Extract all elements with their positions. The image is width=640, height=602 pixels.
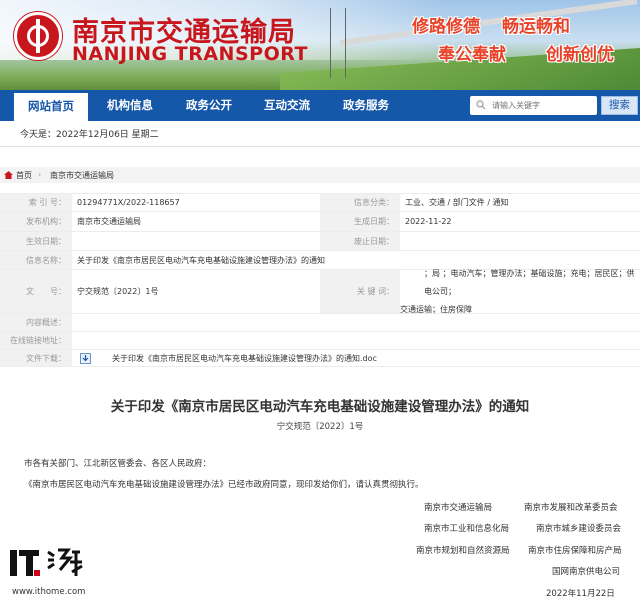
slogan-2: 畅运畅和 [502, 17, 570, 37]
download-icon[interactable] [80, 353, 91, 364]
keywords-line-1: ；局 ；电动汽车；管理办法；基础设施；充电；居民区；供电公司； [424, 268, 635, 296]
info-table: 索 引 号： 01294771X/2022-118657 信息分类： 工业、交通… [0, 193, 640, 367]
publisher-value: 南京市交通运输局 [77, 217, 141, 226]
nav-home[interactable]: 网站首页 [14, 90, 88, 121]
signer-housing: 南京市住房保障和房产局 [528, 546, 622, 556]
watermark-url: www.ithome.com [12, 587, 86, 597]
info-row-effective: 生效日期： 废止日期： [0, 231, 640, 250]
slogan-4: 创新创优 [546, 45, 614, 65]
signer-power-supply: 国网南京供电公司 [552, 567, 621, 577]
banner-power-tower [330, 8, 346, 78]
download-label: 文件下载： [0, 350, 72, 366]
divider [0, 146, 640, 147]
signer-industry: 南京市工业和信息化局 [424, 524, 510, 534]
article-body: 《南京市居民区电动汽车充电基础设施建设管理办法》已经市政府同意，现印发给你们，请… [24, 480, 424, 490]
keywords-value: ；局 ；电动汽车；管理办法；基础设施；充电；居民区；供电公司； 交通运输；住房保… [400, 269, 640, 314]
publisher-label: 发布机构： [0, 212, 72, 231]
home-icon [4, 171, 13, 179]
info-row-summary: 内容概述： [0, 313, 640, 331]
info-row-download: 文件下载： 关于印发《南京市居民区电动汽车充电基础设施建设管理办法》的通知.do… [0, 349, 640, 367]
site-subtitle: NANJING TRANSPORT [72, 43, 308, 65]
online-link-label: 在线链接地址： [0, 332, 72, 349]
category-label: 信息分类： [320, 194, 400, 211]
article-date: 2022年11月22日 [546, 589, 615, 599]
signer-transport: 南京市交通运输局 [424, 503, 493, 513]
info-row-online-link: 在线链接地址： [0, 331, 640, 349]
info-row-docno: 文 号： 宁交规范〔2022〕1号 关 键 词： ；局 ；电动汽车；管理办法；基… [0, 269, 640, 314]
index-label: 索 引 号： [0, 194, 72, 211]
breadcrumb-separator: › [38, 170, 42, 179]
name-value: 关于印发《南京市居民区电动汽车充电基础设施建设管理办法》的通知 [77, 255, 325, 265]
docno-label: 文 号： [0, 270, 72, 313]
search-icon [476, 100, 486, 110]
signer-construction: 南京市城乡建设委员会 [536, 524, 622, 534]
name-label: 信息名称： [0, 251, 72, 269]
docno-value: 宁交规范〔2022〕1号 [77, 287, 159, 296]
date-line: 今天是：2022年12月06日 星期二 [20, 130, 159, 140]
repeal-label: 废止日期： [320, 232, 400, 250]
search-box [470, 96, 597, 115]
info-row-publisher: 发布机构： 南京市交通运输局 生成日期： 2022-11-22 [0, 211, 640, 231]
article-title: 关于印发《南京市居民区电动汽车充电基础设施建设管理办法》的通知 [110, 399, 530, 415]
created-label: 生成日期： [320, 212, 400, 231]
slogan-1: 修路修德 [412, 17, 480, 37]
nav-government-affairs[interactable]: 政务公开 [176, 90, 242, 121]
nav-services[interactable]: 政务服务 [333, 90, 399, 121]
article-salutation: 市各有关部门、江北新区管委会、各区人民政府： [24, 459, 212, 469]
keywords-label: 关 键 词： [320, 270, 400, 313]
search-input[interactable] [492, 98, 592, 113]
slogan-3: 奉公奉献 [438, 45, 506, 65]
created-value: 2022-11-22 [405, 217, 452, 226]
index-value: 01294771X/2022-118657 [77, 198, 180, 207]
article-doc-number: 宁交规范〔2022〕1号 [276, 422, 364, 432]
signer-development: 南京市发展和改革委员会 [524, 503, 618, 513]
signer-planning: 南京市规划和自然资源局 [416, 546, 510, 556]
effective-label: 生效日期： [0, 232, 72, 250]
breadcrumb-current[interactable]: 南京市交通运输局 [50, 170, 114, 181]
search-button[interactable]: 搜索 [601, 96, 638, 115]
ithome-logo-icon [10, 548, 83, 576]
nav-organization[interactable]: 机构信息 [97, 90, 163, 121]
info-row-index: 索 引 号： 01294771X/2022-118657 信息分类： 工业、交通… [0, 193, 640, 211]
breadcrumb: 首页 › 南京市交通运输局 [0, 167, 640, 183]
nav-interaction[interactable]: 互动交流 [254, 90, 320, 121]
category-value: 工业、交通 / 部门文件 / 通知 [405, 198, 509, 207]
download-link[interactable]: 关于印发《南京市居民区电动汽车充电基础设施建设管理办法》的通知.doc [112, 350, 377, 366]
site-logo-icon[interactable] [14, 12, 62, 60]
breadcrumb-home[interactable]: 首页 [16, 170, 32, 181]
summary-label: 内容概述： [0, 314, 72, 331]
